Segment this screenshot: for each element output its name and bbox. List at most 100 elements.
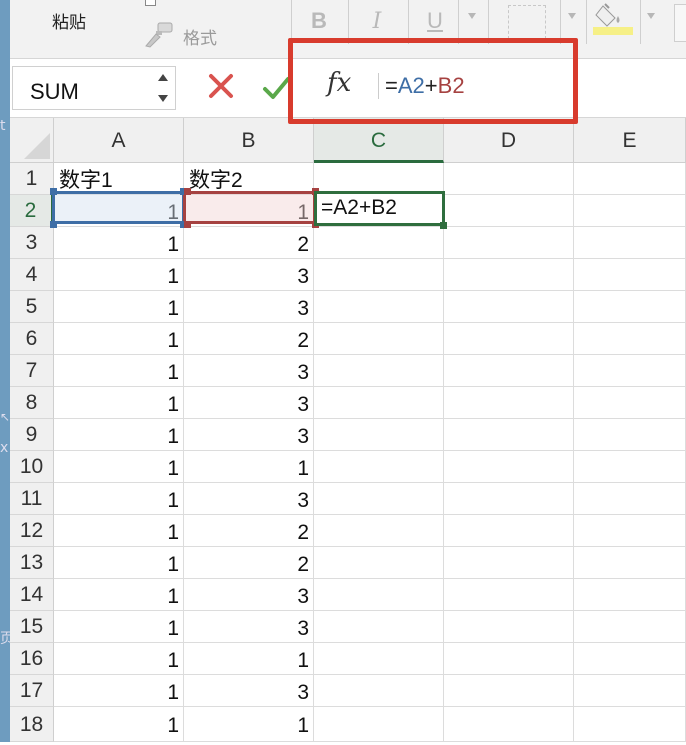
italic-button[interactable]: I [362,6,392,36]
cell-c10[interactable] [314,451,444,483]
cell-b12[interactable]: 2 [184,515,314,547]
cell-d5[interactable] [444,291,574,323]
row-header[interactable]: 6 [10,323,54,355]
cell-e7[interactable] [574,355,686,387]
cell-b7[interactable]: 3 [184,355,314,387]
cell-b10[interactable]: 1 [184,451,314,483]
row-header[interactable]: 4 [10,259,54,291]
fill-color-dropdown-icon[interactable] [647,13,655,19]
cell-d13[interactable] [444,547,574,579]
row-header[interactable]: 7 [10,355,54,387]
cell-d3[interactable] [444,227,574,259]
row-header[interactable]: 15 [10,611,54,643]
cell-a4[interactable]: 1 [54,259,184,291]
cell-a10[interactable]: 1 [54,451,184,483]
column-header-d[interactable]: D [444,118,574,163]
resize-handle[interactable] [50,221,57,228]
cell-c6[interactable] [314,323,444,355]
cell-e17[interactable] [574,675,686,707]
cell-d16[interactable] [444,643,574,675]
cell-e3[interactable] [574,227,686,259]
row-header[interactable]: 2 [10,195,54,227]
cell-d17[interactable] [444,675,574,707]
cell-d14[interactable] [444,579,574,611]
cell-a16[interactable]: 1 [54,643,184,675]
active-cell-editor[interactable]: =A2+B2 [314,191,445,226]
column-header-a[interactable]: A [54,118,184,163]
cell-b17[interactable]: 3 [184,675,314,707]
cell-d9[interactable] [444,419,574,451]
name-box[interactable]: SUM [12,66,176,110]
cell-b11[interactable]: 3 [184,483,314,515]
cell-e14[interactable] [574,579,686,611]
column-header-c[interactable]: C [314,118,444,163]
enter-check-icon[interactable] [262,75,290,101]
cell-b14[interactable]: 3 [184,579,314,611]
underline-button[interactable]: U [420,6,450,36]
cell-c7[interactable] [314,355,444,387]
resize-handle[interactable] [184,188,191,195]
resize-handle[interactable] [184,221,191,228]
cell-b4[interactable]: 3 [184,259,314,291]
row-header[interactable]: 13 [10,547,54,579]
cell-e8[interactable] [574,387,686,419]
cell-e10[interactable] [574,451,686,483]
cell-c9[interactable] [314,419,444,451]
cell-c5[interactable] [314,291,444,323]
cell-e13[interactable] [574,547,686,579]
cell-a13[interactable]: 1 [54,547,184,579]
format-painter-button[interactable]: 格式 [183,24,217,49]
cell-b13[interactable]: 2 [184,547,314,579]
cell-a7[interactable]: 1 [54,355,184,387]
cell-b9[interactable]: 3 [184,419,314,451]
cell-a18[interactable]: 1 [54,707,184,742]
cell-c18[interactable] [314,707,444,742]
cell-e5[interactable] [574,291,686,323]
cell-d12[interactable] [444,515,574,547]
checkbox-icon[interactable] [145,0,156,6]
cell-c12[interactable] [314,515,444,547]
paste-button[interactable]: 粘贴 [52,8,86,33]
row-header[interactable]: 18 [10,707,54,742]
cell-d7[interactable] [444,355,574,387]
cell-c8[interactable] [314,387,444,419]
cell-c15[interactable] [314,611,444,643]
cell-e18[interactable] [574,707,686,742]
cell-b18[interactable]: 1 [184,707,314,742]
row-header[interactable]: 9 [10,419,54,451]
cell-d1[interactable] [444,163,574,195]
row-header[interactable]: 11 [10,483,54,515]
cell-a8[interactable]: 1 [54,387,184,419]
cell-e9[interactable] [574,419,686,451]
cell-d6[interactable] [444,323,574,355]
cell-a12[interactable]: 1 [54,515,184,547]
row-header[interactable]: 16 [10,643,54,675]
cell-a14[interactable]: 1 [54,579,184,611]
column-header-e[interactable]: E [574,118,686,163]
row-header[interactable]: 10 [10,451,54,483]
cell-c13[interactable] [314,547,444,579]
row-header[interactable]: 14 [10,579,54,611]
cell-d11[interactable] [444,483,574,515]
cell-c14[interactable] [314,579,444,611]
cancel-icon[interactable] [206,71,236,101]
cell-b6[interactable]: 2 [184,323,314,355]
cell-a3[interactable]: 1 [54,227,184,259]
column-header-b[interactable]: B [184,118,314,163]
fill-handle[interactable] [440,222,447,229]
cell-e15[interactable] [574,611,686,643]
row-header[interactable]: 12 [10,515,54,547]
cell-d4[interactable] [444,259,574,291]
cell-a17[interactable]: 1 [54,675,184,707]
cell-c3[interactable] [314,227,444,259]
cell-e16[interactable] [574,643,686,675]
underline-dropdown-icon[interactable] [468,13,476,19]
bold-button[interactable]: B [304,6,334,36]
cell-a5[interactable]: 1 [54,291,184,323]
cell-e4[interactable] [574,259,686,291]
format-painter-icon[interactable] [142,22,176,48]
cell-c4[interactable] [314,259,444,291]
row-header[interactable]: 1 [10,163,54,195]
cell-b16[interactable]: 1 [184,643,314,675]
row-header[interactable]: 8 [10,387,54,419]
